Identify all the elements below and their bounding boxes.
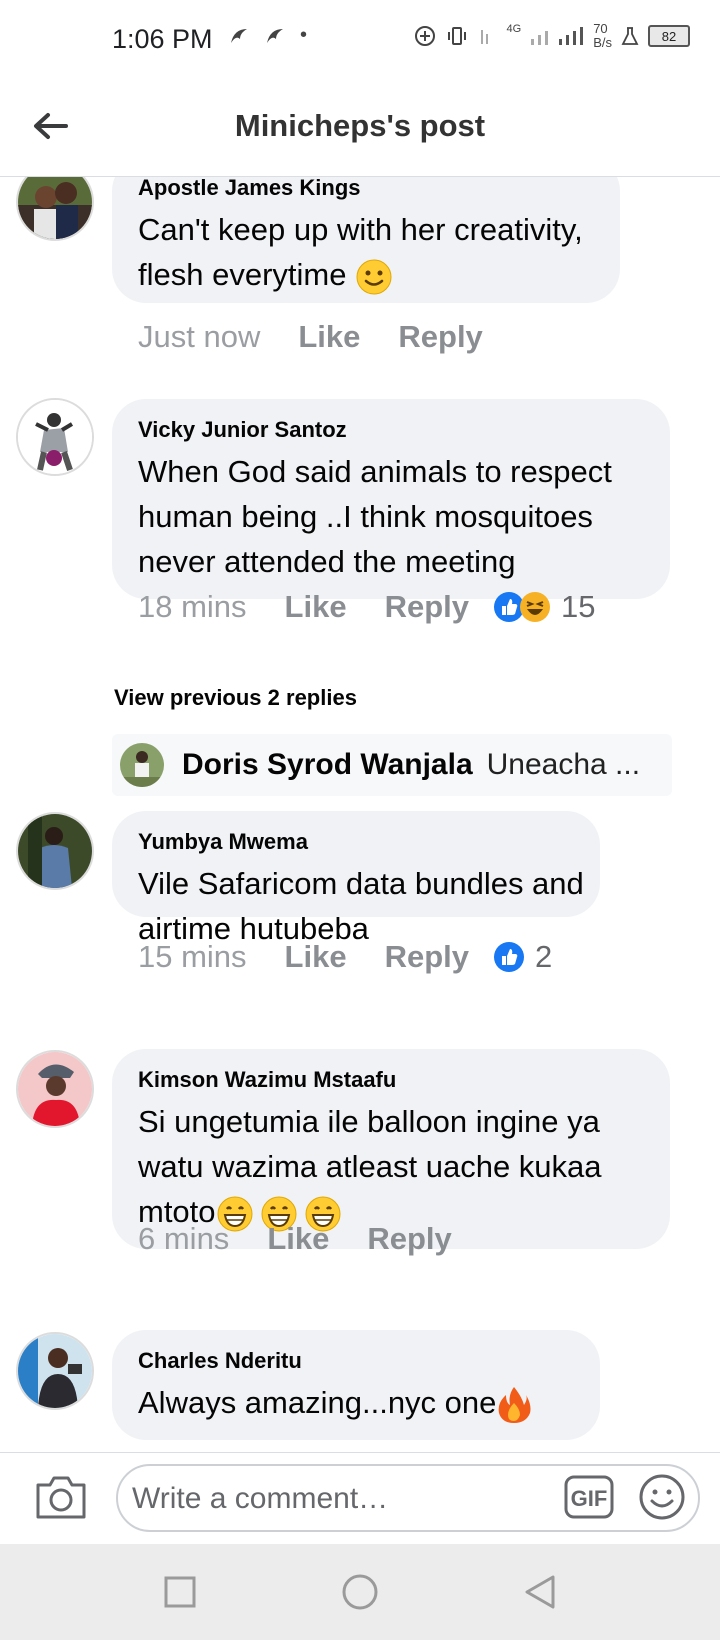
battery-icon: 82 <box>648 25 690 47</box>
page-title: Minicheps's post <box>234 108 486 143</box>
flask-icon <box>621 27 639 45</box>
square-icon <box>164 1576 196 1608</box>
like-button[interactable]: Like <box>298 319 360 355</box>
avatar[interactable] <box>16 1050 94 1128</box>
notification-icon <box>231 28 247 43</box>
avatar[interactable] <box>16 812 94 890</box>
camera-button[interactable] <box>34 1473 88 1521</box>
triangle-back-icon <box>525 1575 555 1609</box>
like-button[interactable]: Like <box>285 589 347 625</box>
comment-text: Always amazing...nyc one <box>138 1380 574 1425</box>
comment-text: Can't keep up with her creativity, flesh… <box>138 207 594 297</box>
avatar[interactable] <box>16 1332 94 1410</box>
comment-composer: GIF <box>0 1452 720 1545</box>
signal-strength-icon <box>531 27 584 45</box>
reply-button[interactable]: Reply <box>398 319 482 355</box>
comment-bubble[interactable]: Apostle James Kings Can't keep up with h… <box>112 177 620 303</box>
comment-time[interactable]: Just now <box>138 319 260 355</box>
avatar[interactable] <box>120 743 164 787</box>
status-time: 1:06 PM <box>112 24 213 54</box>
comment-text: When God said animals to respect human b… <box>138 454 612 579</box>
reply-button[interactable]: Reply <box>367 1221 451 1257</box>
notification-icon <box>267 28 283 43</box>
reaction-summary[interactable]: 2 <box>493 939 552 975</box>
like-button[interactable]: Like <box>267 1221 329 1257</box>
like-reaction-icon <box>494 942 524 972</box>
view-previous-replies[interactable]: View previous 2 replies <box>114 685 357 711</box>
fire-icon <box>499 1386 531 1423</box>
comment-author[interactable]: Vicky Junior Santoz <box>138 417 644 443</box>
circle-icon <box>342 1574 378 1610</box>
reaction-count: 15 <box>561 589 596 624</box>
comment-actions: 15 mins Like Reply 2 <box>138 939 552 975</box>
comment-time[interactable]: 18 mins <box>138 589 247 625</box>
like-button[interactable]: Like <box>285 939 347 975</box>
reply-button[interactable]: Reply <box>385 939 469 975</box>
gif-button[interactable]: GIF <box>564 1475 614 1519</box>
back-nav-button[interactable] <box>518 1570 562 1614</box>
post-header: Minicheps's post <box>0 90 720 177</box>
reply-text: Uneacha ... <box>486 748 641 781</box>
recents-button[interactable] <box>158 1570 202 1614</box>
gif-icon: GIF <box>564 1475 614 1519</box>
comment-author[interactable]: Yumbya Mwema <box>138 829 574 855</box>
signal-icon <box>480 30 488 44</box>
smiley-icon <box>639 1474 685 1520</box>
comment-author[interactable]: Apostle James Kings <box>138 177 594 201</box>
comment-author[interactable]: Charles Nderitu <box>138 1348 574 1374</box>
home-button[interactable] <box>338 1570 382 1614</box>
slightly-smiling-face-icon <box>356 259 392 295</box>
comment-time[interactable]: 15 mins <box>138 939 247 975</box>
data-saver-icon <box>414 26 435 46</box>
comment-bubble[interactable]: Yumbya Mwema Vile Safaricom data bundles… <box>112 811 600 946</box>
net-speed: 70 B/s <box>593 21 612 50</box>
comment-actions: 6 mins Like Reply <box>138 1221 452 1257</box>
comment-text: Vile Safaricom data bundles and airtime … <box>138 866 584 946</box>
network-type: 4G <box>506 23 522 35</box>
comment-text: Si ungetumia ile balloon ingine ya watu … <box>138 1099 644 1234</box>
reply-preview[interactable]: Doris Syrod Wanjala Uneacha ... <box>112 734 672 796</box>
avatar[interactable] <box>16 398 94 476</box>
avatar[interactable] <box>16 177 94 241</box>
reply-author: Doris Syrod Wanjala <box>182 748 473 781</box>
comment-actions: 18 mins Like Reply 15 <box>138 589 595 625</box>
reaction-summary[interactable]: 15 <box>493 589 595 625</box>
haha-reaction-icon <box>520 592 550 622</box>
comment-time[interactable]: 6 mins <box>138 1221 229 1257</box>
comment-bubble[interactable]: Charles Nderitu Always amazing...nyc one <box>112 1330 600 1440</box>
status-bar: 1:06 PM • 4G 70 B/s 82 <box>0 0 720 80</box>
comment-author[interactable]: Kimson Wazimu Mstaafu <box>138 1067 644 1093</box>
comment-bubble[interactable]: Vicky Junior Santoz When God said animal… <box>112 399 670 599</box>
svg-text:GIF: GIF <box>571 1486 608 1511</box>
camera-icon <box>36 1476 86 1519</box>
vibrate-icon <box>447 27 466 45</box>
system-nav-bar <box>0 1544 720 1640</box>
emoji-button[interactable] <box>638 1473 686 1521</box>
comment-actions: Just now Like Reply <box>138 319 483 355</box>
comment-input[interactable] <box>130 1476 554 1522</box>
comment-feed[interactable]: Apostle James Kings Can't keep up with h… <box>0 177 720 1452</box>
dot-icon: • <box>300 24 308 46</box>
comment-input-box[interactable]: GIF <box>116 1464 700 1532</box>
reaction-count: 2 <box>535 939 553 974</box>
comment-bubble[interactable]: Kimson Wazimu Mstaafu Si ungetumia ile b… <box>112 1049 670 1249</box>
reply-button[interactable]: Reply <box>385 589 469 625</box>
